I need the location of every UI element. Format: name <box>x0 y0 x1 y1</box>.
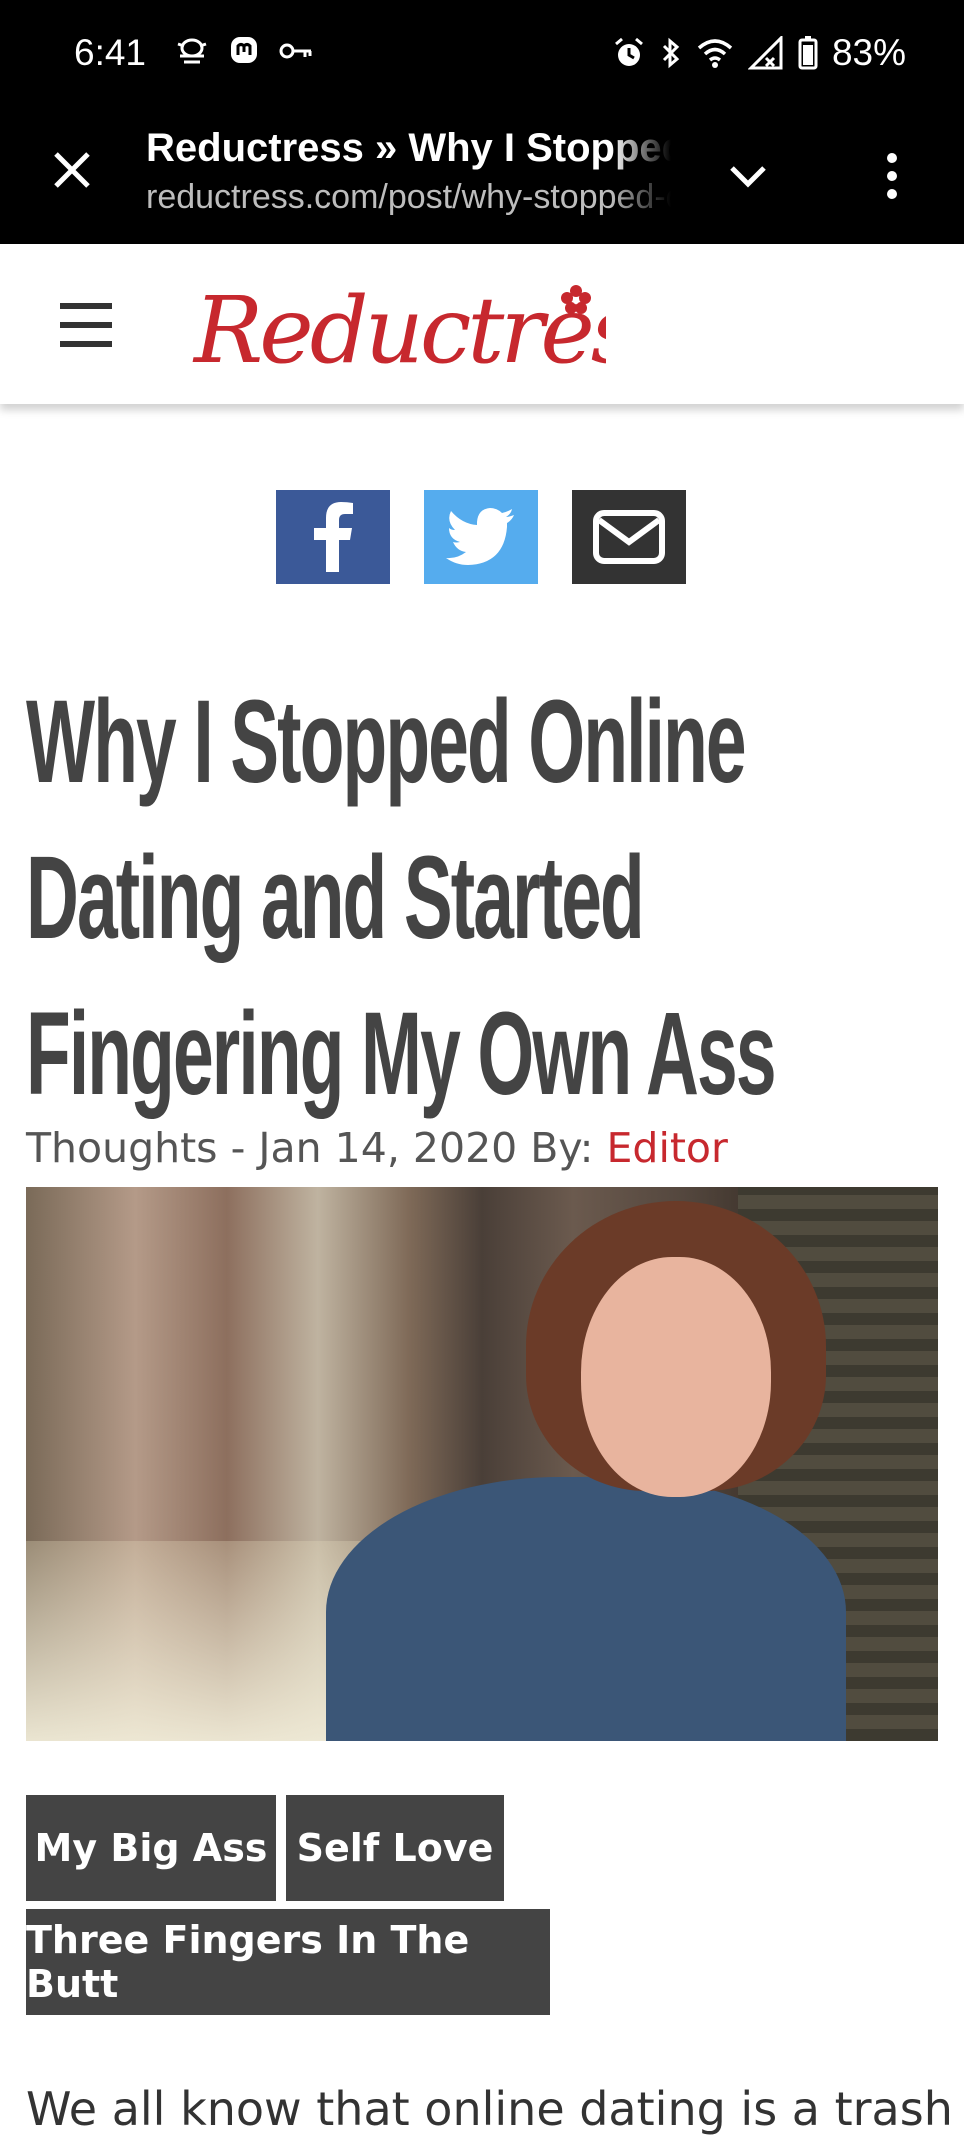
status-notification-icons <box>174 34 314 68</box>
article-author[interactable]: Editor <box>607 1124 728 1172</box>
article-date: Jan 14, 2020 <box>258 1124 518 1172</box>
reductress-logo: Reductress <box>192 277 683 384</box>
menu-icon[interactable] <box>60 303 112 347</box>
twitter-share-button[interactable] <box>424 490 538 584</box>
alarm-icon <box>614 37 643 66</box>
wifi-icon <box>697 39 733 68</box>
page-title: Reductress » Why I Stopped Online Dating <box>146 126 671 171</box>
page-title-text: Reductress » Why I Stopped Online Dating <box>146 126 671 170</box>
tag-self-love[interactable]: Self Love <box>286 1795 504 1901</box>
article-meta: Thoughts - Jan 14, 2020 By: Editor <box>26 1124 728 1172</box>
bug-icon <box>177 38 207 64</box>
by-label: By: <box>517 1124 607 1172</box>
email-share-button[interactable] <box>572 490 686 584</box>
tag-my-big-ass[interactable]: My Big Ass <box>26 1795 276 1901</box>
status-system-icons: 83% <box>612 32 906 74</box>
battery-icon <box>798 36 818 70</box>
status-bar: 6:41 83% <box>0 0 964 112</box>
meta-separator: - <box>217 1124 259 1172</box>
article-body-first-line: We all know that online dating is a tras… <box>26 2082 953 2136</box>
logo-text: Reductress <box>192 277 606 384</box>
site-header: Reductress <box>0 244 964 404</box>
facebook-icon <box>314 502 353 572</box>
site-logo[interactable]: Reductress <box>186 262 683 396</box>
bluetooth-icon <box>662 37 680 69</box>
more-vert-icon[interactable] <box>872 148 912 204</box>
key-icon <box>279 43 312 59</box>
page-url[interactable]: reductress.com/post/why-stopped-online-d… <box>146 178 671 217</box>
facebook-share-button[interactable] <box>276 490 390 584</box>
twitter-icon <box>446 508 514 565</box>
signal-icon <box>747 36 783 70</box>
article-category[interactable]: Thoughts <box>26 1124 218 1172</box>
share-buttons <box>276 490 686 584</box>
battery-percent: 83% <box>831 32 906 73</box>
article-title: Why I Stopped Online Dating and Started … <box>26 676 777 1120</box>
chevron-down-icon[interactable] <box>722 150 774 202</box>
article-hero-image <box>26 1187 938 1741</box>
page-url-text: reductress.com/post/why-stopped-online-d… <box>146 178 671 216</box>
status-time: 6:41 <box>74 32 147 73</box>
mastodon-icon <box>231 37 257 63</box>
tag-three-fingers[interactable]: Three Fingers In The Butt <box>26 1909 550 2015</box>
email-icon <box>593 510 665 564</box>
close-icon[interactable] <box>46 144 98 196</box>
browser-toolbar: Reductress » Why I Stopped Online Dating… <box>0 112 964 244</box>
